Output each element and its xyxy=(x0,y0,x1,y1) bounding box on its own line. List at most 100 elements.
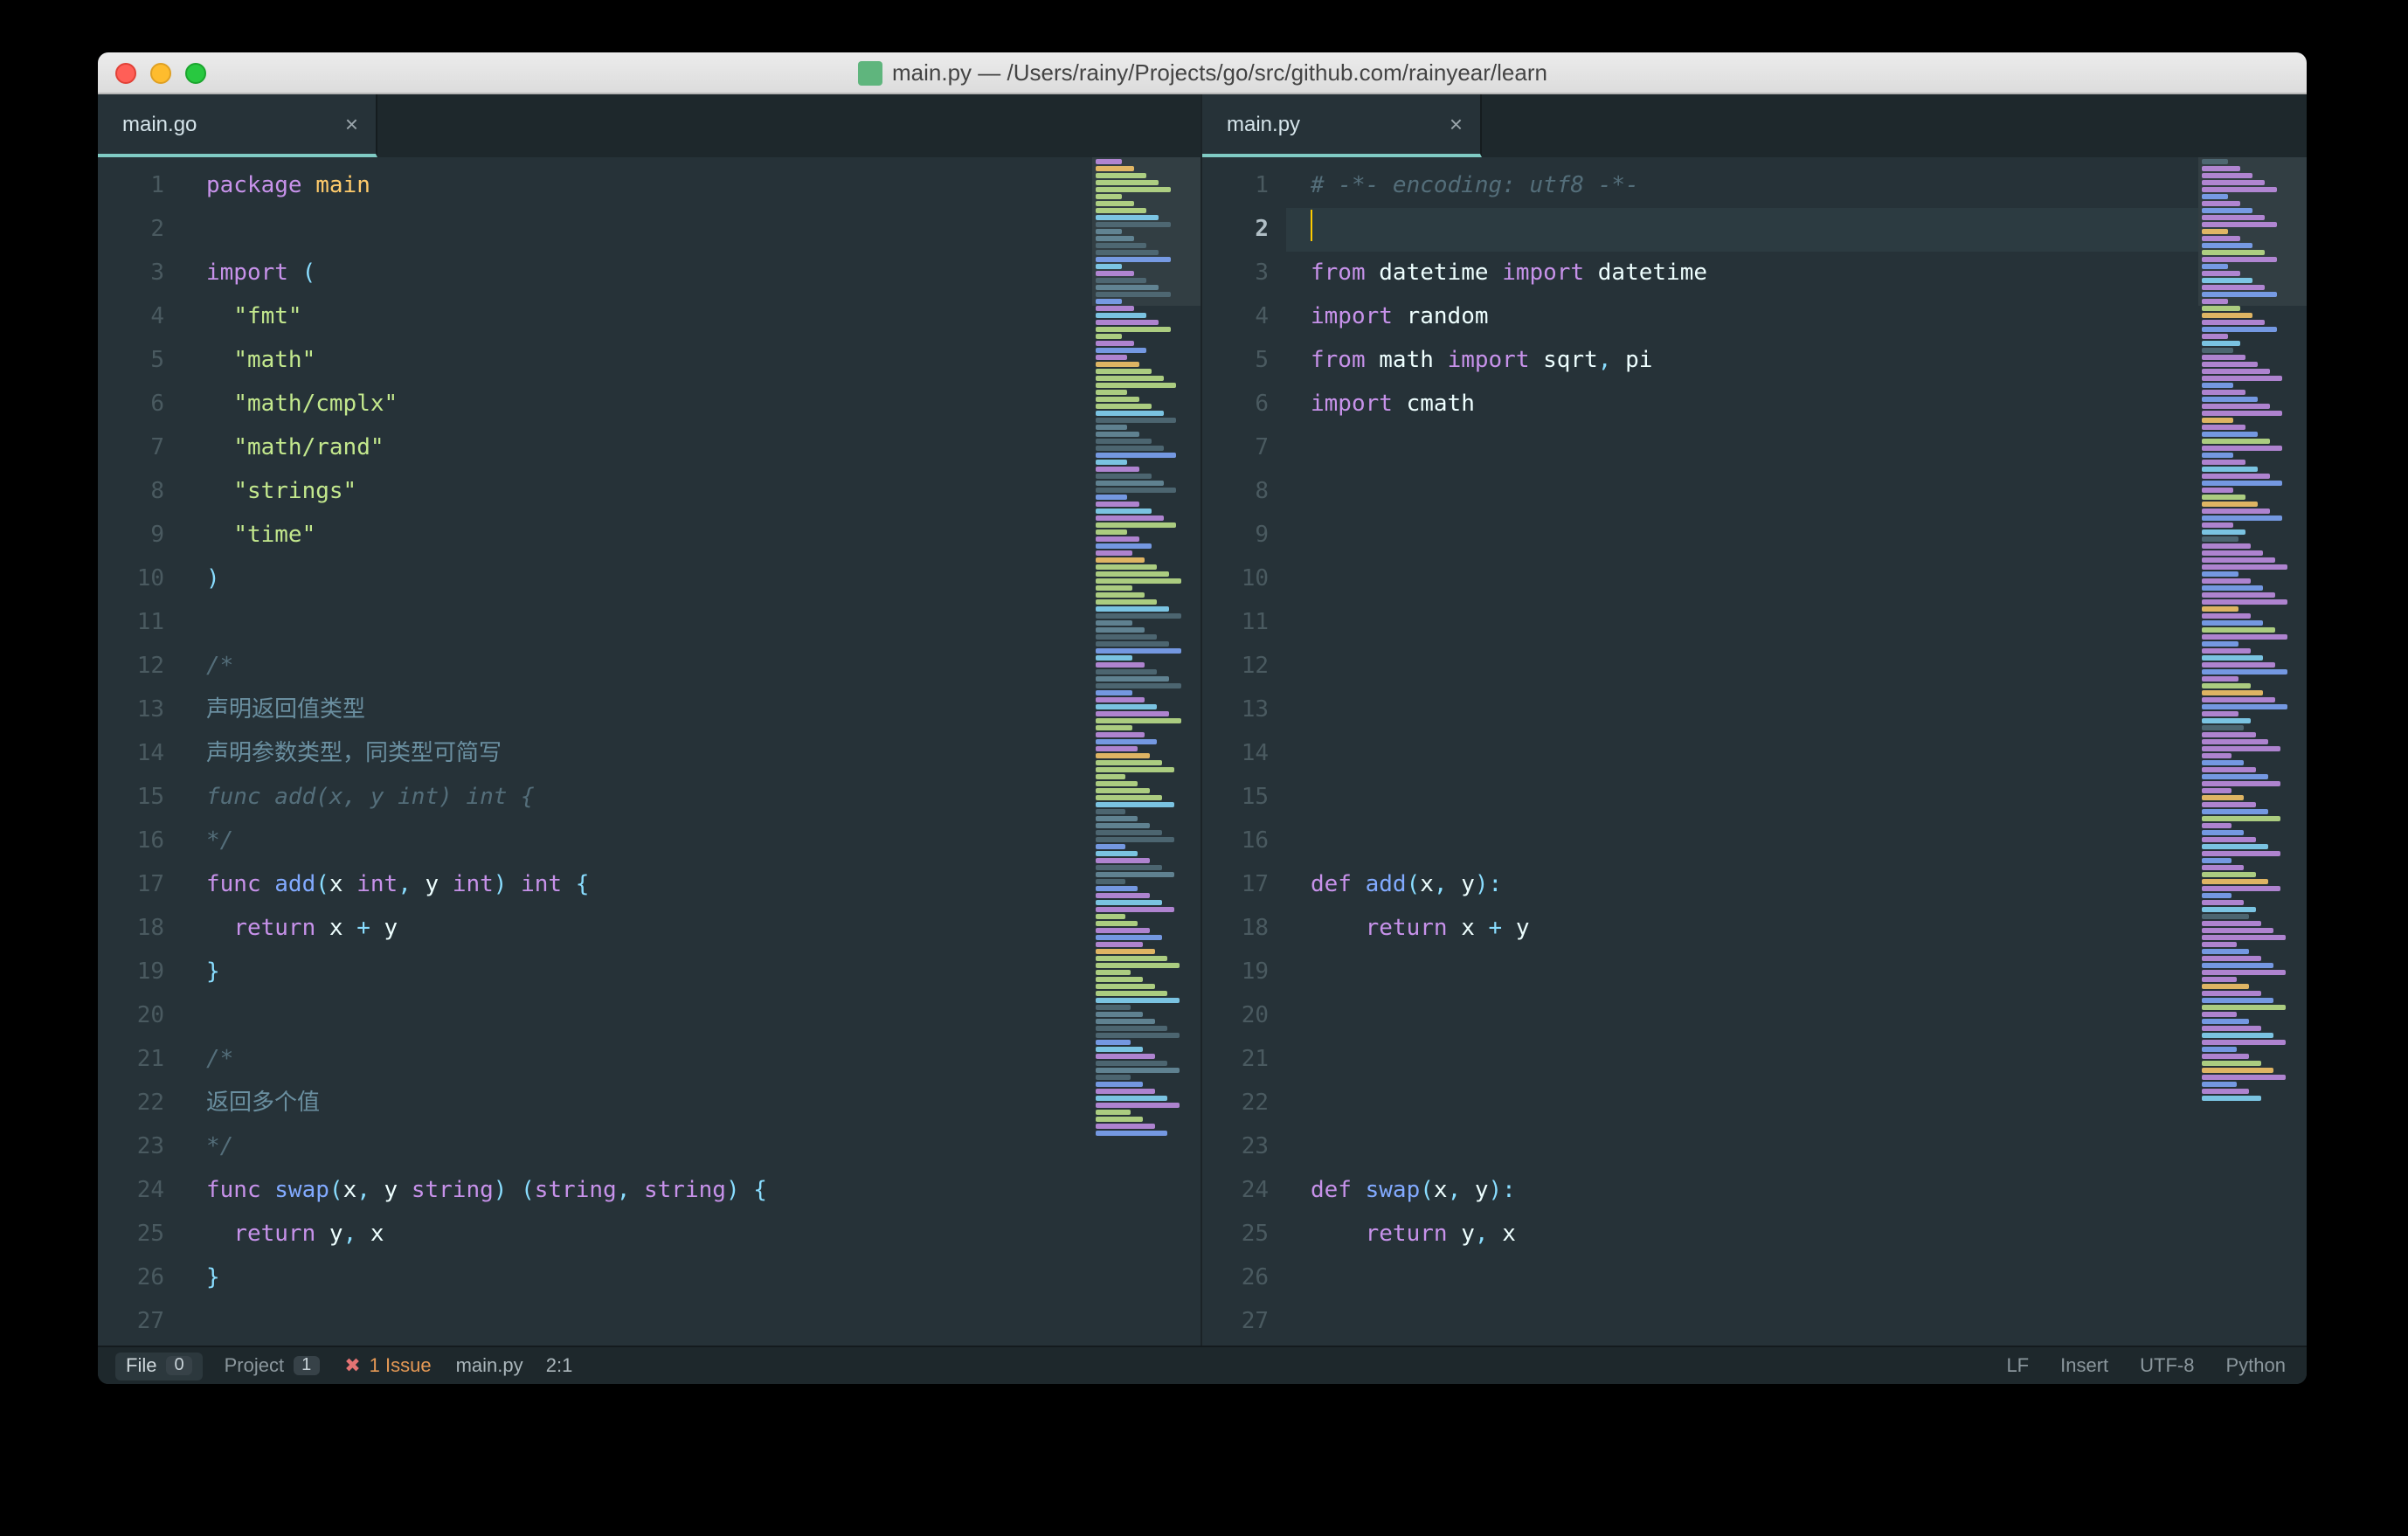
code-line[interactable]: return x + y xyxy=(1286,907,2198,951)
status-issues[interactable]: ✖ 1 Issue xyxy=(341,1352,434,1380)
code-line[interactable]: func add(x, y int) int { xyxy=(182,776,1092,820)
code-line[interactable]: /* xyxy=(182,645,1092,688)
code-line[interactable]: # -*- encoding: utf8 -*- xyxy=(1286,164,2198,208)
code-line[interactable] xyxy=(182,994,1092,1038)
code-line[interactable] xyxy=(1286,776,2198,820)
tabbar-left: main.go × xyxy=(98,94,1201,157)
code-line[interactable] xyxy=(1286,1038,2198,1082)
code-line[interactable] xyxy=(1286,514,2198,557)
minimap-left[interactable] xyxy=(1092,157,1201,1346)
code-line[interactable]: 声明参数类型，同类型可简写 xyxy=(182,732,1092,776)
code-line[interactable] xyxy=(182,1300,1092,1344)
code-line[interactable]: def swap(x, y): xyxy=(1286,1169,2198,1213)
line-number: 7 xyxy=(1202,426,1269,470)
code-line[interactable]: ) xyxy=(182,557,1092,601)
line-number: 13 xyxy=(98,688,164,732)
line-number: 3 xyxy=(1202,252,1269,295)
line-number: 23 xyxy=(98,1125,164,1169)
line-number: 21 xyxy=(1202,1038,1269,1082)
code-line[interactable]: "time" xyxy=(182,514,1092,557)
code-line[interactable] xyxy=(1286,601,2198,645)
pane-left: main.go × 123456789101112131415161718192… xyxy=(98,94,1202,1346)
code-line[interactable]: 声明返回值类型 xyxy=(182,688,1092,732)
code-line[interactable] xyxy=(1286,208,2198,252)
minimap-right[interactable] xyxy=(2198,157,2307,1346)
code-line[interactable] xyxy=(1286,732,2198,776)
code-line[interactable] xyxy=(1286,994,2198,1038)
code-line[interactable]: return y, x xyxy=(1286,1213,2198,1256)
code-line[interactable]: /* xyxy=(182,1038,1092,1082)
close-icon[interactable]: × xyxy=(1450,111,1463,137)
code-line[interactable]: } xyxy=(182,951,1092,994)
code-line[interactable] xyxy=(1286,1125,2198,1169)
tab-main-py[interactable]: main.py × xyxy=(1202,94,1482,157)
code-line[interactable]: from math import sqrt, pi xyxy=(1286,339,2198,383)
close-icon[interactable]: × xyxy=(345,111,358,137)
code-line[interactable]: "math/cmplx" xyxy=(182,383,1092,426)
code-line[interactable] xyxy=(1286,951,2198,994)
code-line[interactable]: return y, x xyxy=(182,1213,1092,1256)
code-line[interactable] xyxy=(1286,820,2198,863)
editor-left[interactable]: 1234567891011121314151617181920212223242… xyxy=(98,157,1201,1346)
zoom-window-icon[interactable] xyxy=(185,62,206,83)
code-line[interactable]: import cmath xyxy=(1286,383,2198,426)
code-line[interactable] xyxy=(1286,1300,2198,1344)
code-line[interactable]: */ xyxy=(182,1125,1092,1169)
status-file[interactable]: File 0 xyxy=(115,1352,204,1380)
editor-right[interactable]: 1234567891011121314151617181920212223242… xyxy=(1202,157,2307,1346)
code-line[interactable]: def add(x, y): xyxy=(1286,863,2198,907)
code-line[interactable]: from datetime import datetime xyxy=(1286,252,2198,295)
line-number: 6 xyxy=(98,383,164,426)
code-line[interactable] xyxy=(1286,426,2198,470)
status-cursor: 2:1 xyxy=(546,1355,573,1376)
code-right[interactable]: # -*- encoding: utf8 -*- from datetime im… xyxy=(1286,157,2198,1346)
code-line[interactable]: package main xyxy=(182,164,1092,208)
line-number: 19 xyxy=(1202,951,1269,994)
status-issues-text: 1 Issue xyxy=(370,1355,432,1376)
line-number: 15 xyxy=(1202,776,1269,820)
code-line[interactable] xyxy=(182,601,1092,645)
line-number: 19 xyxy=(98,951,164,994)
status-encoding[interactable]: UTF-8 xyxy=(2136,1355,2197,1376)
code-line[interactable]: "math/rand" xyxy=(182,426,1092,470)
close-window-icon[interactable] xyxy=(115,62,136,83)
line-number: 4 xyxy=(98,295,164,339)
code-line[interactable] xyxy=(1286,470,2198,514)
gutter-right: 1234567891011121314151617181920212223242… xyxy=(1202,157,1286,1346)
code-line[interactable] xyxy=(1286,688,2198,732)
line-number: 7 xyxy=(98,426,164,470)
line-number: 25 xyxy=(1202,1213,1269,1256)
status-mode[interactable]: Insert xyxy=(2057,1355,2112,1376)
code-line[interactable] xyxy=(1286,1256,2198,1300)
line-number: 15 xyxy=(98,776,164,820)
titlebar[interactable]: main.py — /Users/rainy/Projects/go/src/g… xyxy=(98,52,2307,94)
line-number: 14 xyxy=(1202,732,1269,776)
code-line[interactable]: "fmt" xyxy=(182,295,1092,339)
code-line[interactable]: "math" xyxy=(182,339,1092,383)
line-number: 2 xyxy=(1202,208,1269,252)
code-line[interactable]: "strings" xyxy=(182,470,1092,514)
code-line[interactable]: import ( xyxy=(182,252,1092,295)
tab-main-go[interactable]: main.go × xyxy=(98,94,377,157)
code-line[interactable]: 返回多个值 xyxy=(182,1082,1092,1125)
window-title-text: main.py — /Users/rainy/Projects/go/src/g… xyxy=(892,59,1547,86)
status-line-ending[interactable]: LF xyxy=(2003,1355,2032,1376)
line-number: 17 xyxy=(98,863,164,907)
line-number: 8 xyxy=(98,470,164,514)
code-line[interactable] xyxy=(1286,645,2198,688)
status-context[interactable]: main.py 2:1 xyxy=(453,1352,577,1380)
code-line[interactable]: */ xyxy=(182,820,1092,863)
status-grammar[interactable]: Python xyxy=(2223,1355,2290,1376)
code-line[interactable]: func add(x int, y int) int { xyxy=(182,863,1092,907)
code-line[interactable]: } xyxy=(182,1256,1092,1300)
code-line[interactable]: func swap(x, y string) (string, string) … xyxy=(182,1169,1092,1213)
line-number: 22 xyxy=(1202,1082,1269,1125)
code-left[interactable]: package main import ( "fmt" "math" "math/… xyxy=(182,157,1092,1346)
code-line[interactable]: return x + y xyxy=(182,907,1092,951)
status-project[interactable]: Project 1 xyxy=(221,1352,324,1380)
code-line[interactable]: import random xyxy=(1286,295,2198,339)
minimize-window-icon[interactable] xyxy=(150,62,171,83)
code-line[interactable] xyxy=(182,208,1092,252)
code-line[interactable] xyxy=(1286,557,2198,601)
code-line[interactable] xyxy=(1286,1082,2198,1125)
